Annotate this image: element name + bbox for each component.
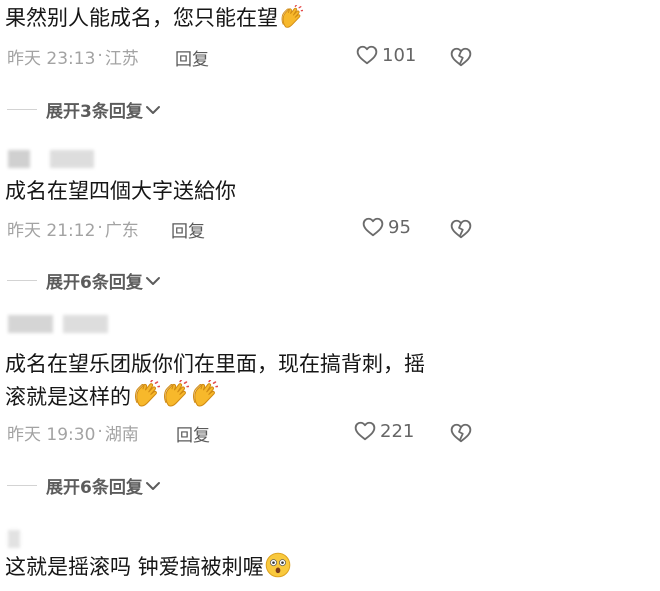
comment-meta: 昨天 19:30 · 湖南 xyxy=(7,419,139,445)
divider-line xyxy=(7,280,37,281)
comment-time: 昨天 19:30 xyxy=(7,424,96,445)
broken-heart-icon[interactable] xyxy=(450,46,472,68)
username xyxy=(8,150,118,168)
comment-item: 成名在望四個大字送給你 昨天 21:12 · 广东 回复 95 展开6条回复 xyxy=(0,140,660,293)
divider-line xyxy=(7,485,37,486)
expand-replies-label: 展开6条回复 xyxy=(46,478,143,498)
comment-location: 湖南 xyxy=(104,424,139,445)
reply-button[interactable]: 回复 xyxy=(171,217,205,242)
reply-button[interactable]: 回复 xyxy=(176,421,210,446)
comment-item: 这就是摇滚吗 钟爱搞被刺喔 xyxy=(0,520,660,591)
chevron-down-icon xyxy=(145,276,160,285)
meta-separator: · xyxy=(97,422,103,442)
like-count: 95 xyxy=(388,216,411,238)
comment-text-body: 果然别人能成名，您只能在望 xyxy=(5,6,278,30)
meta-separator: · xyxy=(97,218,103,238)
comment-text: 这就是摇滚吗 钟爱搞被刺喔 xyxy=(5,551,485,583)
expand-replies-label: 展开3条回复 xyxy=(46,102,143,122)
like-button[interactable]: 101 xyxy=(356,44,416,66)
divider-line xyxy=(7,109,37,110)
comment-text-body: 这就是摇滚吗 钟爱搞被刺喔 xyxy=(5,555,264,579)
username xyxy=(8,315,108,333)
expand-replies-button[interactable]: 展开3条回复 xyxy=(0,97,161,122)
reply-button[interactable]: 回复 xyxy=(175,45,209,70)
meta-separator: · xyxy=(97,46,103,66)
comment-location: 广东 xyxy=(104,220,139,241)
comment-text: 果然别人能成名，您只能在望 xyxy=(5,2,485,34)
heart-icon xyxy=(356,45,378,65)
clap-emoji xyxy=(192,380,218,407)
comment-text-body: 成名在望四個大字送給你 xyxy=(5,179,236,203)
clap-emoji xyxy=(163,380,189,407)
comment-meta: 昨天 21:12 · 广东 xyxy=(7,215,139,241)
broken-heart-icon[interactable] xyxy=(450,218,472,240)
clap-emoji xyxy=(134,380,160,407)
expand-replies-button[interactable]: 展开6条回复 xyxy=(0,473,161,498)
comment-text-body: 滚就是这样的 xyxy=(5,385,131,409)
like-button[interactable]: 221 xyxy=(354,420,414,442)
clap-emoji xyxy=(281,5,303,29)
expand-replies-button[interactable]: 展开6条回复 xyxy=(0,268,161,293)
comment-item: 果然别人能成名，您只能在望 昨天 23:13 · 江苏 回复 101 展开3条回… xyxy=(0,0,660,130)
astonished-emoji xyxy=(265,552,291,578)
username xyxy=(8,530,20,548)
like-button[interactable]: 95 xyxy=(362,216,411,238)
comment-time: 昨天 21:12 xyxy=(7,220,96,241)
comment-location: 江苏 xyxy=(104,48,139,69)
broken-heart-icon[interactable] xyxy=(450,422,472,444)
comment-meta: 昨天 23:13 · 江苏 xyxy=(7,43,139,69)
chevron-down-icon xyxy=(145,481,160,490)
comment-item: 成名在望乐团版你们在里面，现在搞背刺，摇 滚就是这样的 昨天 19:30 · 湖… xyxy=(0,310,660,500)
comment-text: 成名在望四個大字送給你 xyxy=(5,175,485,207)
expand-replies-label: 展开6条回复 xyxy=(46,273,143,293)
like-count: 221 xyxy=(380,420,415,442)
comment-text-line: 成名在望乐团版你们在里面，现在搞背刺，摇 xyxy=(5,352,425,376)
comment-time: 昨天 23:13 xyxy=(7,48,96,69)
heart-icon xyxy=(354,421,376,441)
heart-icon xyxy=(362,217,384,237)
comment-text: 成名在望乐团版你们在里面，现在搞背刺，摇 滚就是这样的 xyxy=(5,348,475,413)
comment-text-line: 滚就是这样的 xyxy=(5,380,475,413)
chevron-down-icon xyxy=(145,105,160,114)
like-count: 101 xyxy=(382,44,417,66)
